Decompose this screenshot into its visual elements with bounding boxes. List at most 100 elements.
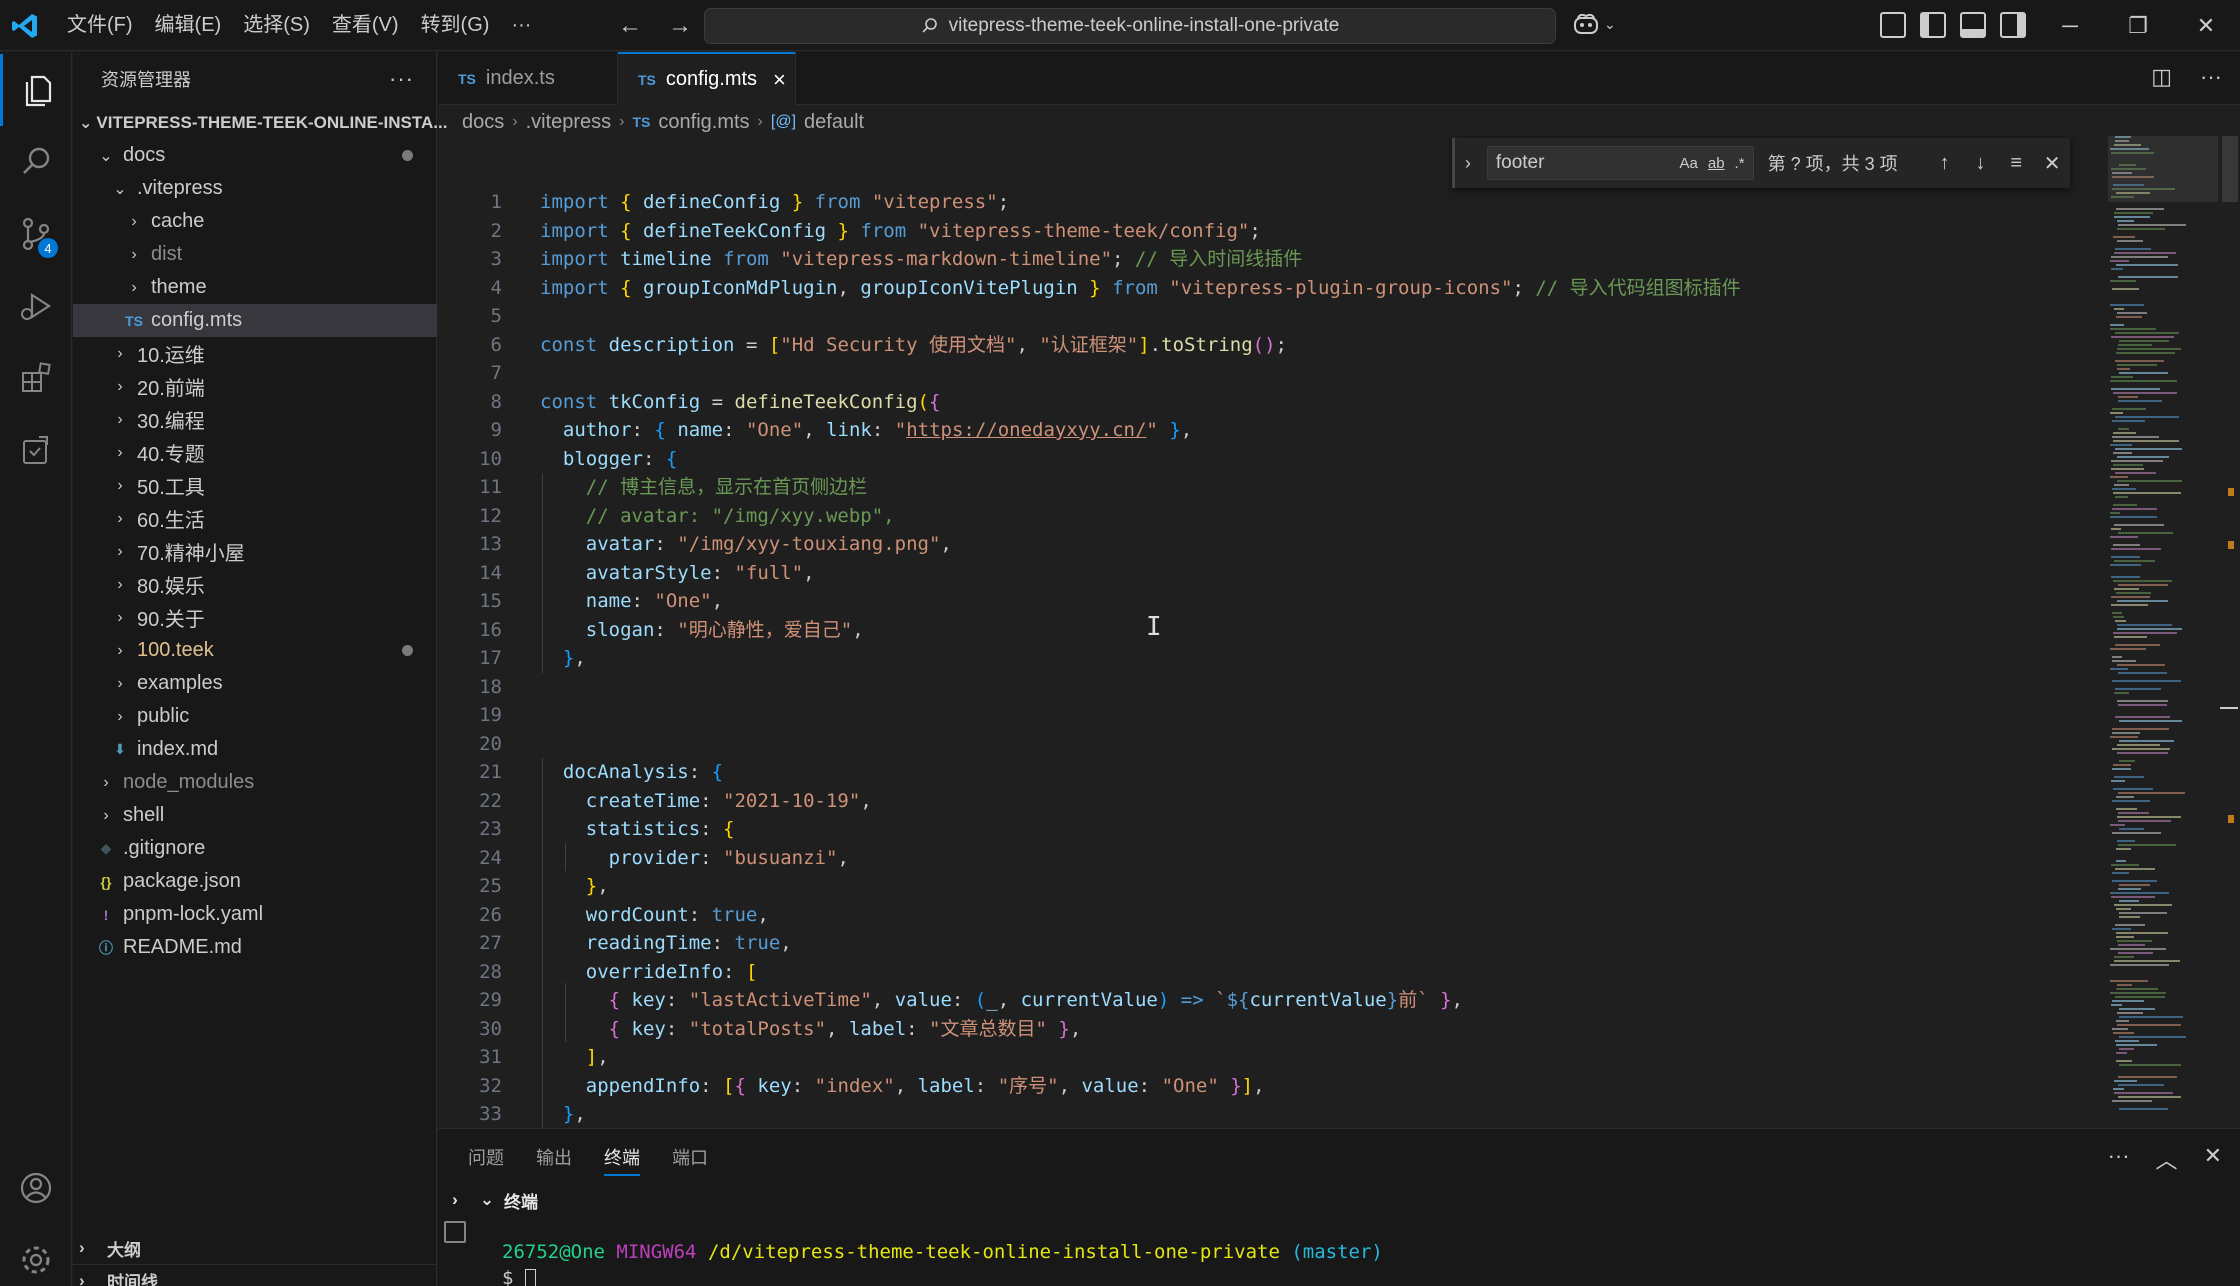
more-actions-icon[interactable]: ··· [389, 66, 414, 92]
modified-dot [402, 150, 413, 161]
explorer-activity[interactable] [0, 54, 72, 126]
tab-label: config.mts [665, 68, 758, 90]
search-icon [23, 147, 50, 174]
minimap-line [2118, 820, 2171, 822]
line-number: 24 [479, 846, 502, 869]
remote-explorer-activity[interactable] [0, 414, 72, 486]
minimize-icon[interactable]: ─ [2036, 0, 2104, 51]
more-actions-icon[interactable]: ··· [2108, 1143, 2130, 1175]
tree-item[interactable]: ⬇ index.md [73, 733, 437, 766]
minimap-viewport[interactable] [2108, 136, 2218, 202]
tab-ports[interactable]: 端口 [672, 1144, 708, 1170]
tab-index-ts[interactable]: TS index.ts [438, 52, 618, 105]
tree-item[interactable]: › 30.编程 [73, 403, 437, 436]
tree-item[interactable]: › 20.前端 [73, 370, 437, 403]
timeline-section[interactable]: › 时间线 [73, 1264, 437, 1286]
minimap-line [2119, 1064, 2181, 1066]
tree-item[interactable]: › dist [73, 238, 437, 271]
vertical-scrollbar[interactable] [2220, 136, 2238, 1126]
use-regex-icon[interactable]: .* [1735, 155, 1745, 172]
line-number: 8 [490, 390, 502, 413]
tree-item[interactable]: TS config.mts [73, 304, 437, 337]
more-actions-icon[interactable]: ··· [2200, 64, 2222, 90]
close-icon[interactable]: × [773, 67, 786, 93]
close-panel-icon[interactable]: ✕ [2204, 1143, 2222, 1175]
tree-item[interactable]: ⌄ docs [73, 139, 437, 172]
tree-item[interactable]: › node_modules [73, 766, 437, 799]
tree-item[interactable]: › 100.teek [73, 634, 437, 667]
extensions-activity[interactable] [0, 342, 72, 414]
tree-item[interactable]: {} package.json [73, 865, 437, 898]
breadcrumb-vitepress[interactable]: .vitepress [526, 111, 612, 134]
breadcrumb-config[interactable]: config.mts [658, 111, 749, 134]
manage-activity[interactable] [0, 1224, 72, 1286]
menu-edit[interactable]: 编辑(E) [144, 0, 233, 51]
tab-config-mts[interactable]: TS config.mts × [618, 52, 796, 105]
breadcrumb-default[interactable]: default [804, 111, 864, 134]
accounts-activity[interactable] [0, 1152, 72, 1224]
source-control-activity[interactable]: 4 [0, 198, 72, 270]
tree-item[interactable]: ! pnpm-lock.yaml [73, 898, 437, 931]
menu-selection[interactable]: 选择(S) [232, 0, 321, 51]
match-case-icon[interactable]: Aa [1680, 155, 1698, 172]
tree-item[interactable]: › cache [73, 205, 437, 238]
tree-item[interactable]: › 60.生活 [73, 502, 437, 535]
line-number: 27 [479, 932, 502, 954]
tree-item[interactable]: › 50.工具 [73, 469, 437, 502]
tree-item[interactable]: › 10.运维 [73, 337, 437, 370]
tree-item[interactable]: › 80.娱乐 [73, 568, 437, 601]
breadcrumb-docs[interactable]: docs [462, 111, 504, 134]
minimap[interactable] [2108, 136, 2218, 1126]
find-in-selection-icon[interactable]: ≡ [1998, 152, 2034, 175]
tree-item[interactable]: › 90.关于 [73, 601, 437, 634]
menu-view[interactable]: 查看(V) [321, 0, 410, 51]
minimap-line [2111, 528, 2121, 530]
toggle-replace-icon[interactable]: › [1455, 153, 1481, 174]
next-match-icon[interactable]: ↓ [1963, 152, 1999, 175]
minimap-line [2110, 476, 2128, 478]
tree-item[interactable]: ⓘ README.md [73, 931, 437, 964]
tree-item[interactable]: › examples [73, 667, 437, 700]
terminal-header[interactable]: › ⌄ 终端 [438, 1185, 2240, 1215]
tree-item[interactable]: › 70.精神小屋 [73, 535, 437, 568]
match-whole-word-icon[interactable]: ab [1708, 155, 1725, 172]
search-activity[interactable] [0, 126, 72, 198]
tree-item[interactable]: › shell [73, 799, 437, 832]
close-icon[interactable]: ✕ [2034, 151, 2070, 176]
menu-go[interactable]: 转到(G) [410, 0, 501, 51]
command-center-search[interactable]: vitepress-theme-teek-online-install-one-… [704, 8, 1556, 44]
customize-layout-icon[interactable] [1880, 12, 1906, 38]
toggle-secondary-sidebar-icon[interactable] [2000, 12, 2026, 38]
tree-item[interactable]: ⌄ .vitepress [73, 172, 437, 205]
minimap-line [2112, 800, 2150, 802]
previous-match-icon[interactable]: ↑ [1927, 152, 1963, 175]
restore-icon[interactable]: ❐ [2104, 0, 2172, 51]
toggle-panel-icon[interactable] [1960, 12, 1986, 38]
close-window-icon[interactable]: ✕ [2172, 0, 2240, 51]
split-editor-icon[interactable]: ◫ [2151, 64, 2172, 90]
minimap-line [2112, 680, 2181, 682]
tab-output[interactable]: 输出 [536, 1144, 572, 1170]
find-input[interactable]: footer Aa ab .* [1486, 146, 1754, 180]
tree-item[interactable]: › 40.专题 [73, 436, 437, 469]
minimap-line [2115, 688, 2161, 690]
scrollbar-thumb[interactable] [2222, 136, 2238, 202]
code-editor[interactable]: 1 import { defineConfig } from "vitepress… [438, 188, 2108, 1128]
outline-section[interactable]: › 大纲 [73, 1232, 437, 1264]
back-arrow-icon[interactable]: ← [614, 10, 646, 42]
menu-file[interactable]: 文件(F) [56, 0, 144, 51]
workspace-root[interactable]: ⌄ VITEPRESS-THEME-TEEK-ONLINE-INSTA... [73, 106, 447, 139]
terminal-output[interactable]: 26752@One MINGW64 /d/vitepress-theme-tee… [502, 1239, 1383, 1286]
copilot-button[interactable]: ⌄ [1572, 12, 1616, 36]
tab-problems[interactable]: 问题 [468, 1144, 504, 1170]
tree-item[interactable]: › theme [73, 271, 437, 304]
tree-item[interactable]: ◆ .gitignore [73, 832, 437, 865]
terminal-split-icon[interactable] [444, 1221, 466, 1243]
menu-more[interactable]: ··· [500, 0, 542, 51]
toggle-primary-sidebar-icon[interactable] [1920, 12, 1946, 38]
maximize-panel-icon[interactable]: ︿ [2156, 1143, 2178, 1175]
forward-arrow-icon[interactable]: → [664, 10, 696, 42]
tree-item[interactable]: › public [73, 700, 437, 733]
run-debug-activity[interactable] [0, 270, 72, 342]
tab-terminal[interactable]: 终端 [604, 1144, 640, 1176]
